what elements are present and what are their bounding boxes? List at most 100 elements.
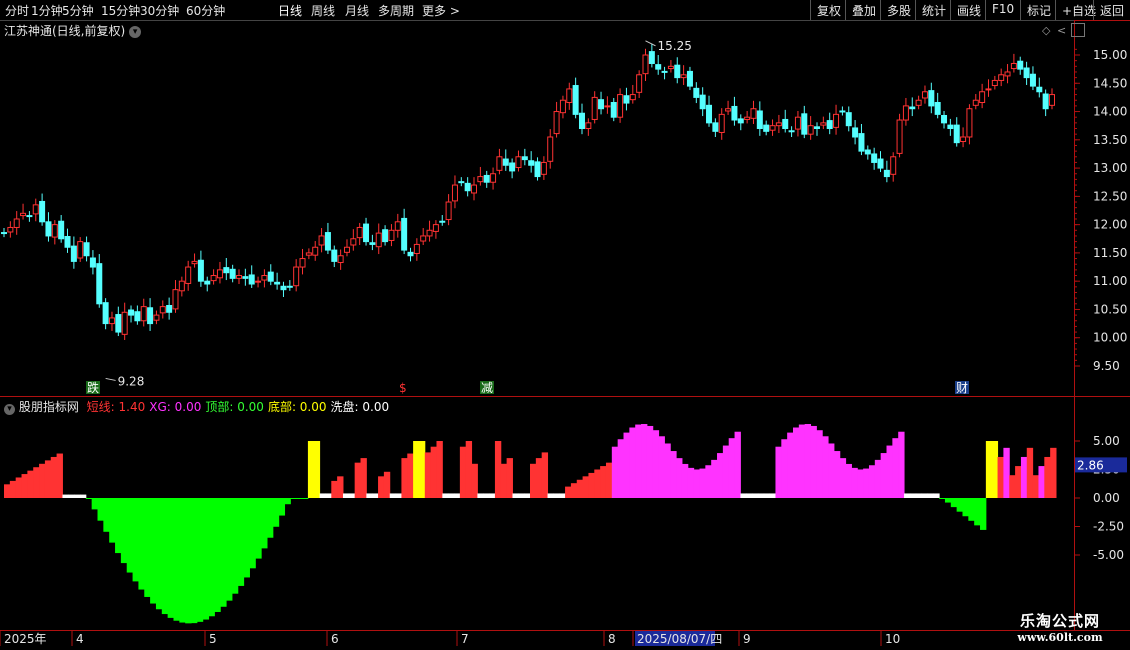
indicator-bar [769, 493, 776, 498]
high-price-label: 15.25 [658, 39, 692, 53]
indicator-bar [968, 498, 975, 521]
indicator-bar [588, 472, 595, 498]
candle-body [674, 64, 681, 79]
candle-body [388, 229, 395, 241]
indicator-bar [179, 498, 186, 623]
event-mark-1: $ [399, 381, 407, 395]
indicator-bar [15, 477, 23, 498]
indicator-bar [302, 498, 309, 499]
indicator-bar [530, 463, 537, 498]
indicator-bar [436, 441, 443, 498]
indicator-bar [822, 436, 829, 498]
candle-body [636, 74, 643, 93]
indicator-bar [518, 493, 525, 498]
candle-body [604, 105, 611, 108]
candle-body [458, 181, 465, 184]
kline-chart[interactable]: 15.00 14.50 14.00 13.50 13.00 12.50 12.00 11.50… [0, 0, 1130, 650]
indicator-bar [313, 441, 321, 498]
candle-body [578, 112, 585, 130]
low-price-label: 9.28 [118, 374, 145, 388]
indicator-bar [4, 484, 11, 498]
candle-body [134, 311, 141, 322]
candle-body [502, 158, 509, 166]
candle-body [394, 221, 401, 231]
indicator-bar [512, 493, 519, 498]
indicator-bar [401, 458, 408, 498]
indicator-bar [740, 493, 747, 498]
indicator-bar [933, 493, 940, 498]
indicator-bar [342, 493, 350, 498]
candle-body [1004, 71, 1011, 77]
indicator-bar [448, 493, 455, 498]
candle-body [483, 174, 490, 183]
date-label-6: 2025/08/07/四 [637, 632, 722, 646]
candle-body [833, 113, 840, 128]
candle-body [826, 120, 833, 130]
indicator-bar [985, 441, 993, 498]
candle-body [902, 105, 909, 121]
indicator-bar [851, 467, 858, 498]
candle-body [813, 126, 820, 130]
indicator-bar [144, 498, 151, 597]
candle-body [229, 268, 236, 279]
candle-body [706, 104, 713, 124]
price-tick-label: 13.50 [1093, 133, 1127, 147]
candle-body [642, 54, 649, 75]
indicator-toggle-icon[interactable]: ▾ [4, 404, 15, 415]
candle-body [255, 280, 262, 283]
candle-body [947, 124, 954, 130]
candle-body [960, 136, 967, 143]
candle-body [166, 304, 173, 313]
indicator-bar [372, 493, 379, 498]
candle-body [147, 307, 154, 325]
indicator-bar [454, 493, 461, 498]
indicator-bar [793, 427, 800, 498]
indicator-bar [717, 453, 724, 498]
indicator-bar [687, 467, 695, 498]
candle-body [788, 130, 795, 133]
candle-body [197, 259, 204, 282]
candle-body [750, 108, 757, 119]
panel-toggle-icon[interactable] [1071, 23, 1085, 37]
indicator-bar [904, 493, 911, 498]
indicator-bar [594, 469, 601, 498]
indicator-bar [722, 445, 730, 498]
candle-body [407, 251, 414, 257]
date-label-7: 9 [743, 632, 751, 646]
indicator-bar [658, 436, 665, 498]
indicator-bar [506, 458, 513, 498]
indicator-bar [816, 430, 823, 498]
candle-body [185, 266, 192, 284]
indicator-bar [27, 470, 34, 498]
diamond-icon[interactable]: ◇ [1042, 24, 1050, 37]
date-label-3: 6 [331, 632, 339, 646]
indicator-bar [290, 498, 297, 499]
candle-body [871, 153, 878, 163]
indicator-bar [1032, 475, 1039, 498]
candle-body [172, 289, 179, 310]
indicator-bar [477, 493, 484, 498]
candle-body [305, 252, 312, 256]
candle-body [547, 136, 554, 162]
candle-body [204, 280, 211, 285]
indicator-bar [570, 483, 578, 498]
indicator-bar [763, 493, 771, 498]
candle-body [769, 125, 776, 131]
candle-body [121, 311, 128, 335]
indicator-bar [670, 451, 677, 498]
indicator-bar [220, 498, 227, 607]
indicator-bar [9, 480, 17, 498]
indicator-bar [255, 498, 262, 559]
indicator-bar [699, 468, 706, 498]
candle-body [528, 160, 535, 166]
indicator-bar [243, 498, 250, 578]
candle-body [426, 229, 433, 237]
chevron-left-icon[interactable]: < [1057, 24, 1066, 37]
indicator-bar [1009, 475, 1016, 498]
candle-body [331, 249, 338, 262]
indicator-bar [331, 480, 338, 498]
ind-tick-label: -5.00 [1093, 548, 1124, 562]
indicator-bar [956, 498, 963, 512]
candle-body [521, 156, 528, 161]
candle-body [610, 101, 617, 118]
